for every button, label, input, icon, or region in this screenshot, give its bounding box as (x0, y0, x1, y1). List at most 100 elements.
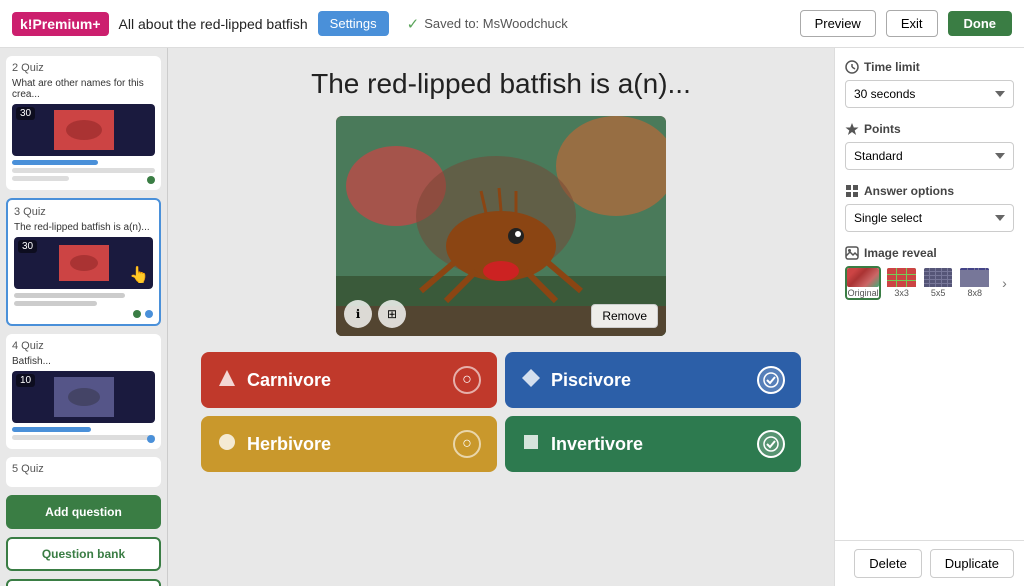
points-icon (845, 122, 859, 136)
quiz-2-lines (12, 160, 155, 181)
carnivore-text: Carnivore (217, 368, 331, 393)
answer-carnivore[interactable]: Carnivore ○ (201, 352, 497, 408)
invertivore-text: Invertivore (521, 432, 643, 457)
exit-button[interactable]: Exit (886, 10, 938, 37)
sidebar-item-quiz-3[interactable]: 3 Quiz The red-lipped batfish is a(n)...… (6, 198, 161, 326)
quiz-4-badge: 10 (16, 374, 35, 387)
saved-indicator: ✓ Saved to: MsWoodchuck (407, 15, 568, 33)
herbivore-text: Herbivore (217, 432, 331, 457)
reveal-original[interactable]: Original (845, 266, 881, 300)
reveal-8x8[interactable]: 8x8 (958, 266, 991, 300)
reveal-3x3[interactable]: 3x3 (885, 266, 918, 300)
quiz-3-desc: The red-lipped batfish is a(n)... (14, 222, 153, 233)
lesson-title: All about the red-lipped batfish (119, 16, 308, 32)
remove-image-button[interactable]: Remove (591, 304, 658, 328)
image-reveal-section: Image reveal Original (845, 246, 1014, 300)
time-limit-label: Time limit (845, 60, 1014, 74)
reveal-8x8-grid (960, 268, 989, 287)
bottom-panel: Delete Duplicate (835, 540, 1024, 586)
invertivore-check[interactable] (757, 430, 785, 458)
check-icon: ✓ (407, 15, 420, 33)
quiz-3-line-2 (14, 301, 97, 306)
answer-grid: Carnivore ○ Piscivore (201, 352, 801, 472)
clock-icon (845, 60, 859, 74)
quiz-3-badge: 30 (18, 240, 37, 253)
done-button[interactable]: Done (948, 11, 1013, 36)
center-content: The red-lipped batfish is a(n)... (168, 48, 834, 586)
answer-options-select-wrapper: Single select Multi-select True/False (845, 204, 1014, 232)
image-info-button[interactable]: ℹ (344, 300, 372, 328)
quiz-3-dot-1 (133, 310, 141, 318)
quiz-3-thumb-img (59, 245, 109, 281)
sidebar-item-quiz-5[interactable]: 5 Quiz (6, 457, 161, 487)
quiz-3-dot-2 (145, 310, 153, 318)
piscivore-check[interactable] (757, 366, 785, 394)
sidebar-buttons: Add question Question bank Import slides… (6, 495, 161, 586)
image-reveal-icon (845, 246, 859, 260)
quiz-4-line-1 (12, 427, 91, 432)
quiz-4-label: 4 Quiz (12, 340, 155, 352)
points-select[interactable]: Standard Double No points (845, 142, 1014, 170)
image-controls: ℹ ⊞ (344, 300, 406, 328)
question-bank-button[interactable]: Question bank (6, 537, 161, 571)
import-slides-button[interactable]: Import slides (6, 579, 161, 586)
carnivore-check[interactable]: ○ (453, 366, 481, 394)
fish-image-container: ℹ ⊞ Remove (336, 116, 666, 336)
saved-text: Saved to: MsWoodchuck (424, 16, 568, 31)
answer-options-label: Answer options (845, 184, 1014, 198)
quiz-2-dot (147, 176, 155, 184)
left-sidebar: 2 Quiz What are other names for this cre… (0, 48, 168, 586)
answer-options-select[interactable]: Single select Multi-select True/False (845, 204, 1014, 232)
image-reveal-label: Image reveal (845, 246, 1014, 260)
quiz-2-line-1 (12, 160, 98, 165)
circle-icon (217, 432, 237, 457)
quiz-2-thumb-img (54, 110, 114, 150)
reveal-5x5-label: 5x5 (931, 288, 946, 298)
reveal-5x5[interactable]: 5x5 (922, 266, 955, 300)
time-limit-select-wrapper: 30 seconds 5 seconds 10 seconds 20 secon… (845, 80, 1014, 108)
quiz-3-thumb: 30 👆 (14, 237, 153, 289)
quiz-4-thumb-img (54, 377, 114, 417)
time-limit-section: Time limit 30 seconds 5 seconds 10 secon… (845, 60, 1014, 108)
reveal-next-button[interactable]: › (995, 275, 1014, 291)
quiz-2-thumb: 30 (12, 104, 155, 156)
diamond-icon (521, 368, 541, 393)
image-crop-button[interactable]: ⊞ (378, 300, 406, 328)
sidebar-item-quiz-2[interactable]: 2 Quiz What are other names for this cre… (6, 56, 161, 190)
brand-logo: k!Premium+ (12, 12, 109, 36)
quiz-4-thumb: 10 (12, 371, 155, 423)
quiz-3-label: 3 Quiz (14, 206, 153, 218)
square-icon (521, 432, 541, 457)
cursor-icon: 👆 (129, 265, 149, 285)
settings-button[interactable]: Settings (318, 11, 389, 36)
time-limit-select[interactable]: 30 seconds 5 seconds 10 seconds 20 secon… (845, 80, 1014, 108)
reveal-3x3-label: 3x3 (894, 288, 909, 298)
quiz-4-lines (12, 427, 155, 440)
quiz-3-lines (14, 293, 153, 306)
answer-options-icon (845, 184, 859, 198)
quiz-4-dot (147, 435, 155, 443)
main-layout: 2 Quiz What are other names for this cre… (0, 48, 1024, 586)
add-question-button[interactable]: Add question (6, 495, 161, 529)
answer-herbivore[interactable]: Herbivore ○ (201, 416, 497, 472)
answer-piscivore[interactable]: Piscivore (505, 352, 801, 408)
points-section: Points Standard Double No points (845, 122, 1014, 170)
delete-button[interactable]: Delete (854, 549, 922, 578)
quiz-4-line-2 (12, 435, 155, 440)
answer-invertivore[interactable]: Invertivore (505, 416, 801, 472)
quiz-5-label: 5 Quiz (12, 463, 155, 475)
reveal-original-label: Original (848, 288, 879, 298)
duplicate-button[interactable]: Duplicate (930, 549, 1014, 578)
quiz-3-line-1 (14, 293, 125, 298)
quiz-2-desc: What are other names for this crea... (12, 78, 155, 100)
preview-button[interactable]: Preview (800, 10, 876, 37)
quiz-2-badge: 30 (16, 107, 35, 120)
right-panel: Time limit 30 seconds 5 seconds 10 secon… (834, 48, 1024, 586)
image-reveal-options: Original 3x3 (845, 266, 1014, 300)
points-label: Points (845, 122, 1014, 136)
reveal-5x5-grid (924, 268, 953, 287)
reveal-3x3-grid (887, 268, 916, 287)
sidebar-item-quiz-4[interactable]: 4 Quiz Batfish... 10 (6, 334, 161, 449)
herbivore-check[interactable]: ○ (453, 430, 481, 458)
answer-options-section: Answer options Single select Multi-selec… (845, 184, 1014, 232)
